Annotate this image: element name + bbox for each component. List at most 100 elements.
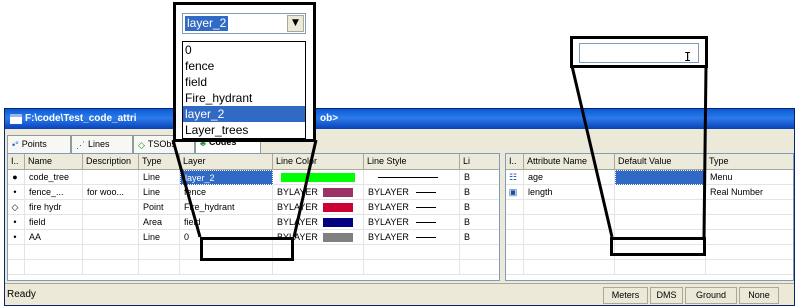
code-name-cell[interactable]: fire hydr [25,200,83,215]
col-header-line-style[interactable]: Line Style [364,154,460,170]
table-row[interactable]: • field Area field BYLAYER BYLAYER B [8,215,499,230]
code-line-style-cell[interactable] [364,170,460,185]
attr-header-type[interactable]: Type [706,154,793,170]
attr-header-index[interactable]: I.. [506,154,524,170]
layer-option[interactable]: fence [183,58,305,74]
code-li-cell[interactable]: B [460,185,499,200]
layer-option[interactable]: layer_2 [183,106,305,122]
empty-cell [706,260,793,275]
title-bar: F:\code\Test_code_attri ob> [5,109,794,129]
attr-name-cell[interactable]: age [524,170,615,185]
empty-cell [706,215,793,230]
code-description-cell[interactable] [83,215,139,230]
chevron-down-icon[interactable]: ▼ [287,15,304,32]
code-type-cell[interactable]: Line [139,185,180,200]
code-name-cell[interactable]: field [25,215,83,230]
code-line-style-cell[interactable]: BYLAYER [364,200,460,215]
code-type-icon: • [13,232,17,242]
empty-cell [615,260,706,275]
code-name-cell[interactable]: fence_... [25,185,83,200]
row-marker-icon[interactable]: • [8,185,25,200]
main-window: F:\code\Test_code_attri ob> •° Points ⋰ Li… [4,108,795,306]
code-line-style-cell[interactable]: BYLAYER [364,185,460,200]
code-line-style-cell[interactable]: BYLAYER [364,215,460,230]
line-color-label: BYLAYER [277,187,318,197]
line-color-swatch [281,173,355,182]
attr-default-cell[interactable] [615,170,706,185]
status-projection: None [739,287,779,304]
code-type-cell[interactable]: Area [139,215,180,230]
code-line-color-cell[interactable]: BYLAYER [273,215,364,230]
layer-option[interactable]: Fire_hydrant [183,90,305,106]
row-marker-icon[interactable]: • [8,215,25,230]
col-header-li[interactable]: Li [460,154,499,170]
code-line-style-cell[interactable]: BYLAYER [364,230,460,245]
default-value-input[interactable]: I [579,43,699,64]
code-line-color-cell[interactable] [273,170,364,185]
layer-combo[interactable]: layer_2 ▼ [182,13,306,34]
row-marker-icon[interactable]: • [8,230,25,245]
col-header-layer[interactable]: Layer [180,154,273,170]
attr-header-name[interactable]: Attribute Name [524,154,615,170]
table-row[interactable]: ▣ length Real Number [506,185,793,200]
code-description-cell[interactable] [83,170,139,185]
tab-lines-label: Lines [88,139,110,149]
code-description-cell[interactable] [83,200,139,215]
code-name-cell[interactable]: AA [25,230,83,245]
empty-cell [139,245,180,260]
tab-lines[interactable]: ⋰ Lines [71,135,133,153]
row-marker-icon[interactable]: ● [8,170,25,185]
tsobs-icon: ◇ [138,139,145,150]
code-layer-cell[interactable]: layer_2 [180,170,273,185]
attr-name-cell[interactable]: length [524,185,615,200]
code-name-cell[interactable]: code_tree [25,170,83,185]
table-row[interactable]: • fence_... for woo... Line fence BYLAYER BYLA… [8,185,499,200]
codes-grid[interactable]: I.. Name Description Type Layer Line Col… [7,153,500,281]
code-layer-cell[interactable]: fence [180,185,273,200]
attr-default-cell[interactable] [615,185,706,200]
text-cursor-icon: I [684,50,692,64]
code-line-color-cell[interactable]: BYLAYER [273,200,364,215]
table-row[interactable]: ● code_tree Line layer_2 B [8,170,499,185]
attr-icon-cell[interactable]: ☷ [506,170,524,185]
window-icon [10,114,22,124]
code-type-cell[interactable]: Point [139,200,180,215]
col-header-index[interactable]: I.. [8,154,25,170]
layer-option[interactable]: Layer_trees [183,122,305,138]
layer-dropdown-callout: layer_2 ▼ 0 fence field Fire_hydrant layer_2… [173,2,316,142]
line-color-swatch [323,218,353,227]
table-row[interactable]: ◇ fire hydr Point Fire_hydrant BYLAYER BYLAYE… [8,200,499,215]
empty-cell [180,260,273,275]
code-type-cell[interactable]: Line [139,230,180,245]
code-li-cell[interactable]: B [460,170,499,185]
attr-header-default[interactable]: Default Value [615,154,706,170]
tab-points[interactable]: •° Points [7,135,71,153]
empty-row [506,200,793,215]
empty-cell [524,200,615,215]
attribute-grid[interactable]: I.. Attribute Name Default Value Type ☷ a… [505,153,794,281]
attr-icon-cell[interactable]: ▣ [506,185,524,200]
attr-type-cell[interactable]: Real Number [706,185,793,200]
col-header-name[interactable]: Name [25,154,83,170]
code-description-cell[interactable] [83,230,139,245]
code-li-cell[interactable]: B [460,230,499,245]
empty-cell [139,260,180,275]
table-row[interactable]: ☷ age Menu [506,170,793,185]
code-layer-cell[interactable]: field [180,215,273,230]
code-description-cell[interactable]: for woo... [83,185,139,200]
layer-option[interactable]: 0 [183,42,305,58]
empty-cell [506,260,524,275]
layer-option[interactable]: field [183,74,305,90]
empty-cell [524,215,615,230]
code-type-cell[interactable]: Line [139,170,180,185]
code-li-cell[interactable]: B [460,200,499,215]
code-layer-cell[interactable]: Fire_hydrant [180,200,273,215]
col-header-type[interactable]: Type [139,154,180,170]
row-marker-icon[interactable]: ◇ [8,200,25,215]
code-li-cell[interactable]: B [460,215,499,230]
title-text-left: F:\code\Test_code_attri [25,113,137,124]
code-line-color-cell[interactable]: BYLAYER [273,185,364,200]
col-header-line-color[interactable]: Line Color [273,154,364,170]
attr-type-cell[interactable]: Menu [706,170,793,185]
col-header-description[interactable]: Description [83,154,139,170]
